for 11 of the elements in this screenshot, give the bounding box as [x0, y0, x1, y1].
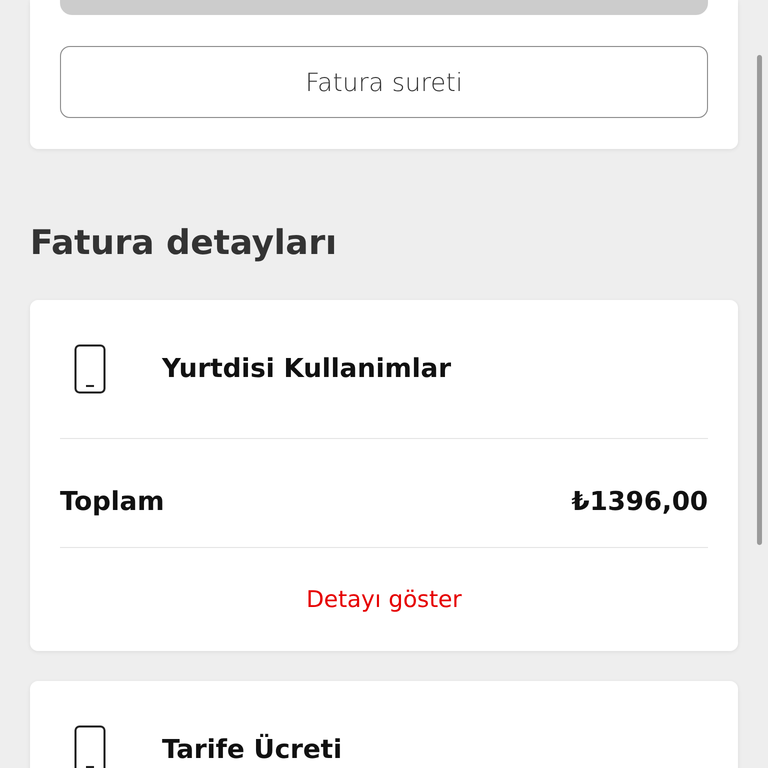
phone-icon: [74, 344, 106, 394]
section-title: Fatura detayları: [29, 222, 338, 265]
scrollbar[interactable]: [757, 55, 762, 545]
phone-icon: [74, 725, 106, 768]
card-title: Yurtdisi Kullanimlar: [162, 354, 452, 384]
show-details-link[interactable]: Detayı göster: [306, 587, 462, 613]
total-label: Toplam: [60, 486, 164, 519]
button-edge[interactable]: [60, 0, 708, 15]
card-title: Tarife Ücreti: [162, 735, 342, 765]
total-amount: ₺1396,00: [571, 486, 708, 519]
invoice-copy-button[interactable]: Fatura sureti: [60, 46, 708, 118]
